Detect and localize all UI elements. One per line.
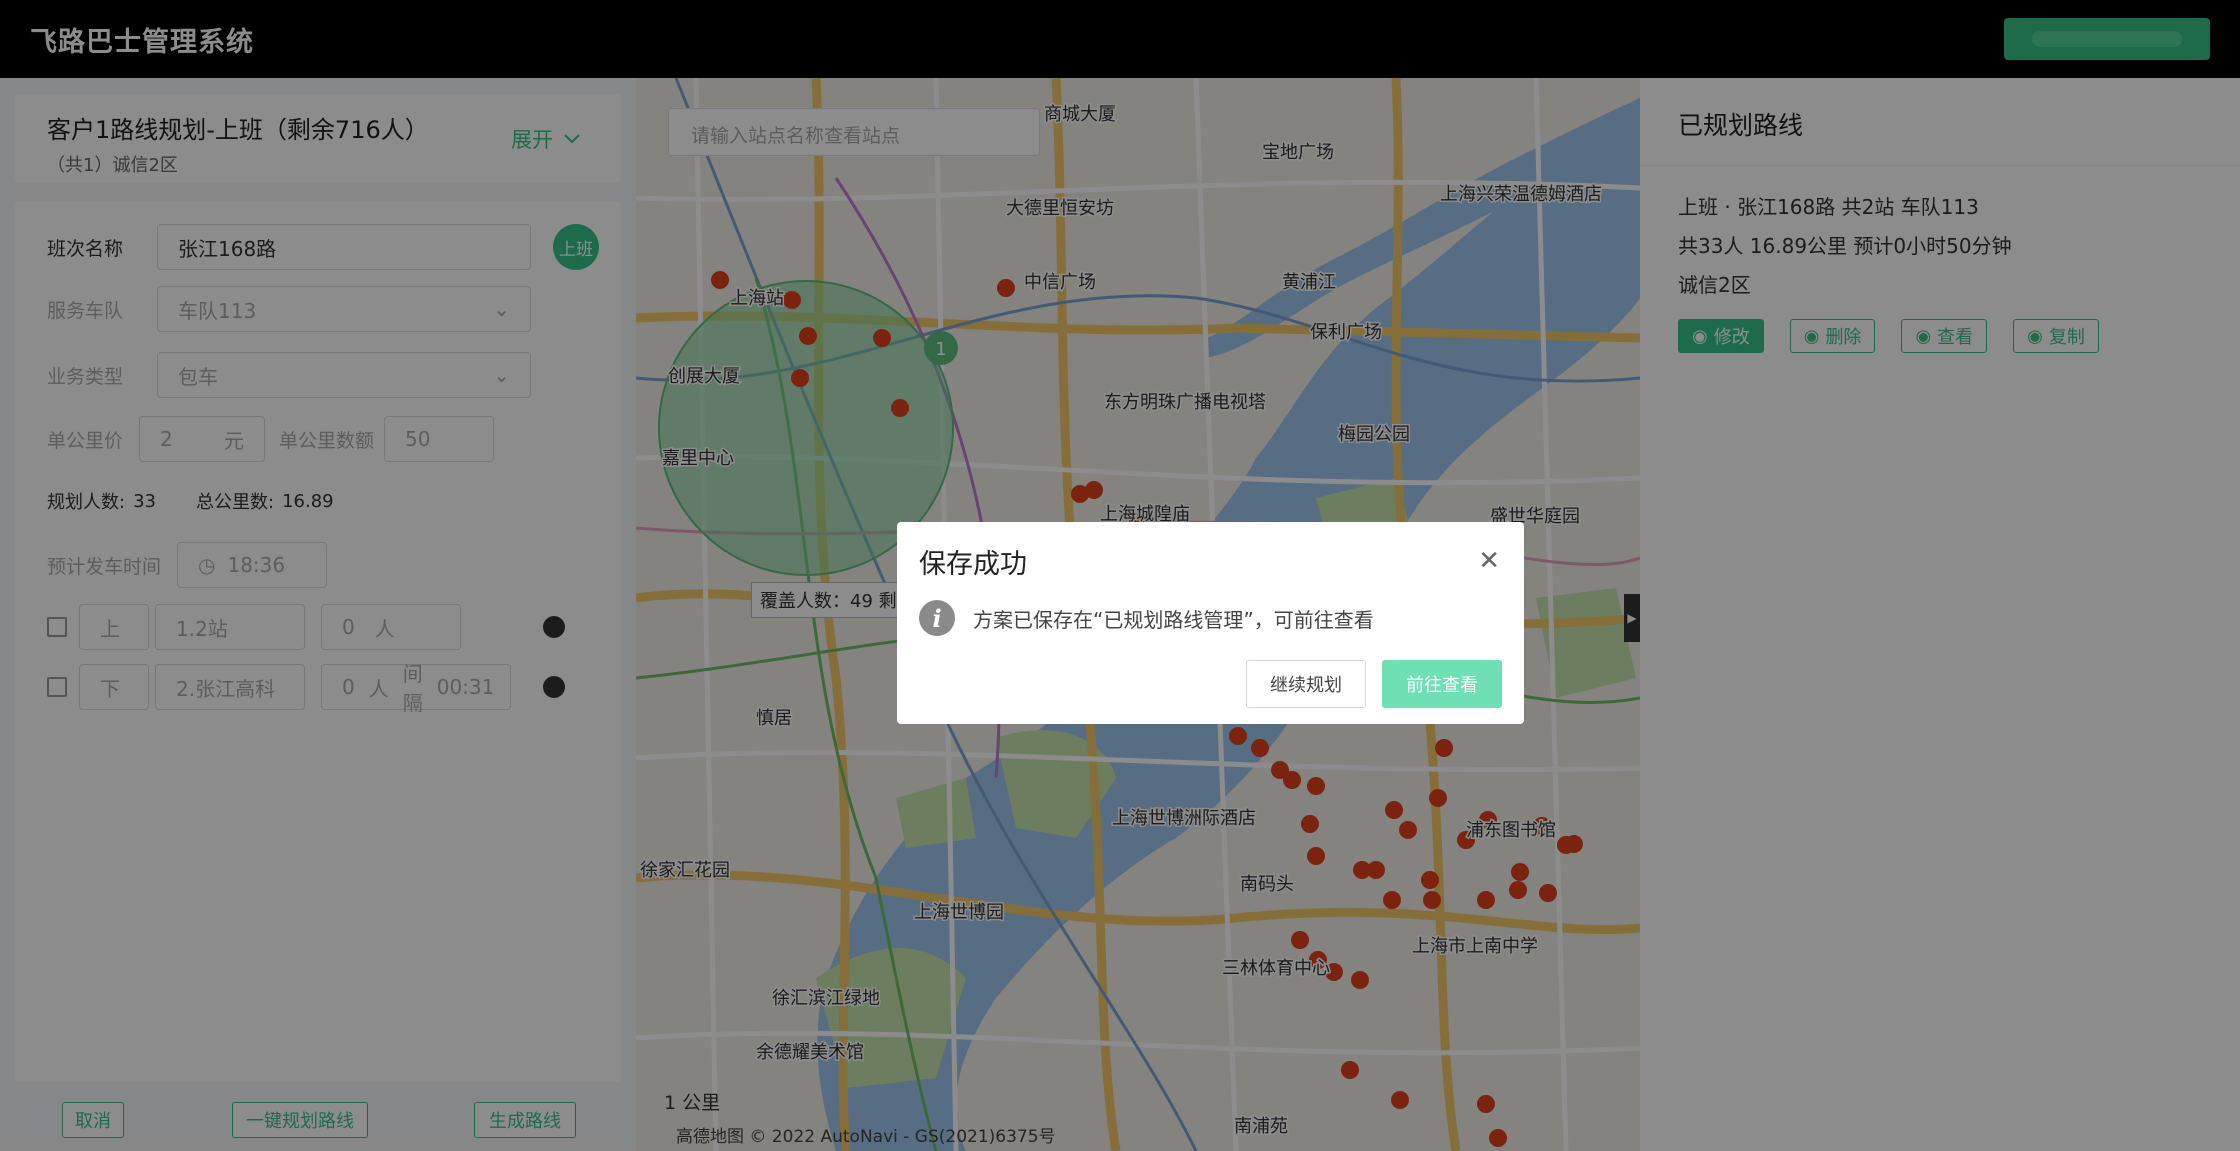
continue-planning-button[interactable]: 继续规划 — [1246, 660, 1366, 708]
save-success-dialog: 保存成功 ✕ i 方案已保存在“已规划路线管理”，可前往查看 继续规划 前往查看 — [897, 522, 1524, 724]
dialog-buttons: 继续规划 前往查看 — [1246, 660, 1502, 708]
dialog-body: i 方案已保存在“已规划路线管理”，可前往查看 — [919, 600, 1374, 636]
dialog-message: 方案已保存在“已规划路线管理”，可前往查看 — [973, 607, 1374, 632]
info-icon: i — [919, 600, 955, 636]
close-icon[interactable]: ✕ — [1478, 548, 1500, 574]
app-root: 飞路巴士管理系统 客户1路线规划-上班（剩余716人） （共1）诚信2区 展开 … — [0, 0, 2240, 1151]
dialog-title: 保存成功 — [919, 549, 1027, 580]
goto-view-button[interactable]: 前往查看 — [1382, 660, 1502, 708]
